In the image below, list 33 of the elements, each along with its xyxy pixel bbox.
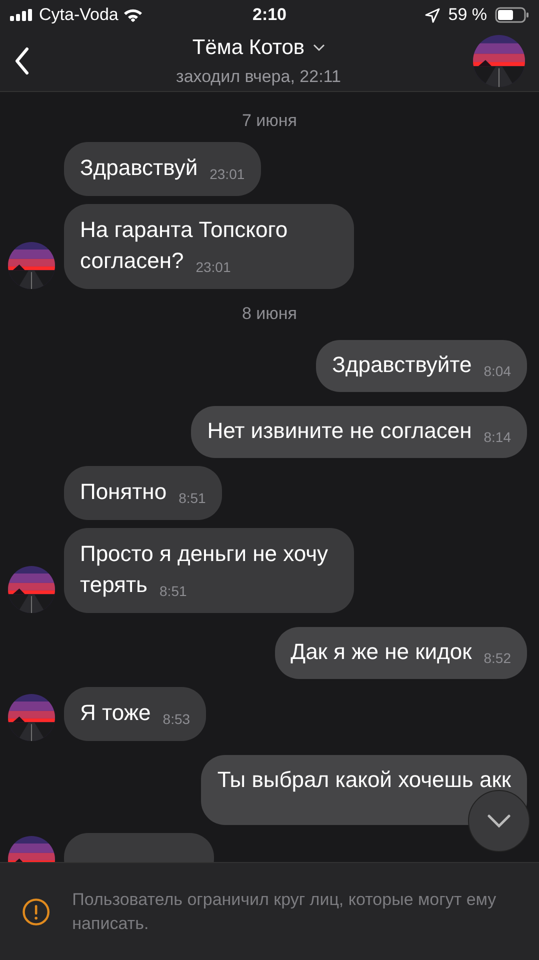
message-time: 8:04 (484, 362, 511, 381)
message-time: 8:53 (162, 710, 190, 729)
date-label: 8 июня (242, 302, 298, 324)
location-arrow-icon (425, 8, 440, 22)
message-bubble: Дак я же не кидок 8:52 (274, 627, 527, 679)
message-time: 8:51 (160, 582, 187, 601)
message-bubble: Я тоже 8:53 (64, 687, 206, 741)
message-bubble: Ты выбрал какой хочешь акк (201, 755, 527, 825)
message-time: 8:52 (484, 649, 511, 668)
message-time: 8:51 (178, 489, 206, 508)
wifi-icon (123, 8, 144, 22)
message-bubble: Понятно 8:51 (64, 466, 222, 520)
message-bubble: Просто я деньги не хочу терять 8:51 (64, 528, 354, 613)
message-bubble: Нет извините не согласен 8:14 (191, 406, 527, 458)
clock-time: 2:10 (252, 4, 287, 26)
back-chevron-icon (14, 46, 30, 74)
battery-icon (495, 7, 529, 23)
last-seen-status: заходил вчера, 22:11 (176, 66, 341, 88)
message-time: 23:01 (210, 164, 245, 184)
contact-name[interactable]: Тёма Котов (192, 32, 305, 64)
warning-icon (22, 896, 50, 928)
chevron-down-icon (312, 44, 325, 52)
chevron-down-icon (487, 814, 511, 828)
battery-percent: 59 % (448, 4, 487, 26)
message-time: 23:01 (196, 258, 231, 276)
message-time: 8:14 (484, 428, 511, 447)
message-bubble: На гаранта Топского согласен? 23:01 (64, 204, 354, 288)
message-bubble: Здравствуйте 8:04 (316, 340, 527, 392)
restriction-notice: Пользователь ограничил круг лиц, которые могут ему написать. (72, 888, 498, 934)
date-label: 7 июня (242, 110, 298, 132)
signal-icon (10, 9, 34, 21)
message-bubble: Здравствуй 23:01 (64, 142, 261, 196)
carrier-name: Cyta-Voda (39, 4, 118, 26)
